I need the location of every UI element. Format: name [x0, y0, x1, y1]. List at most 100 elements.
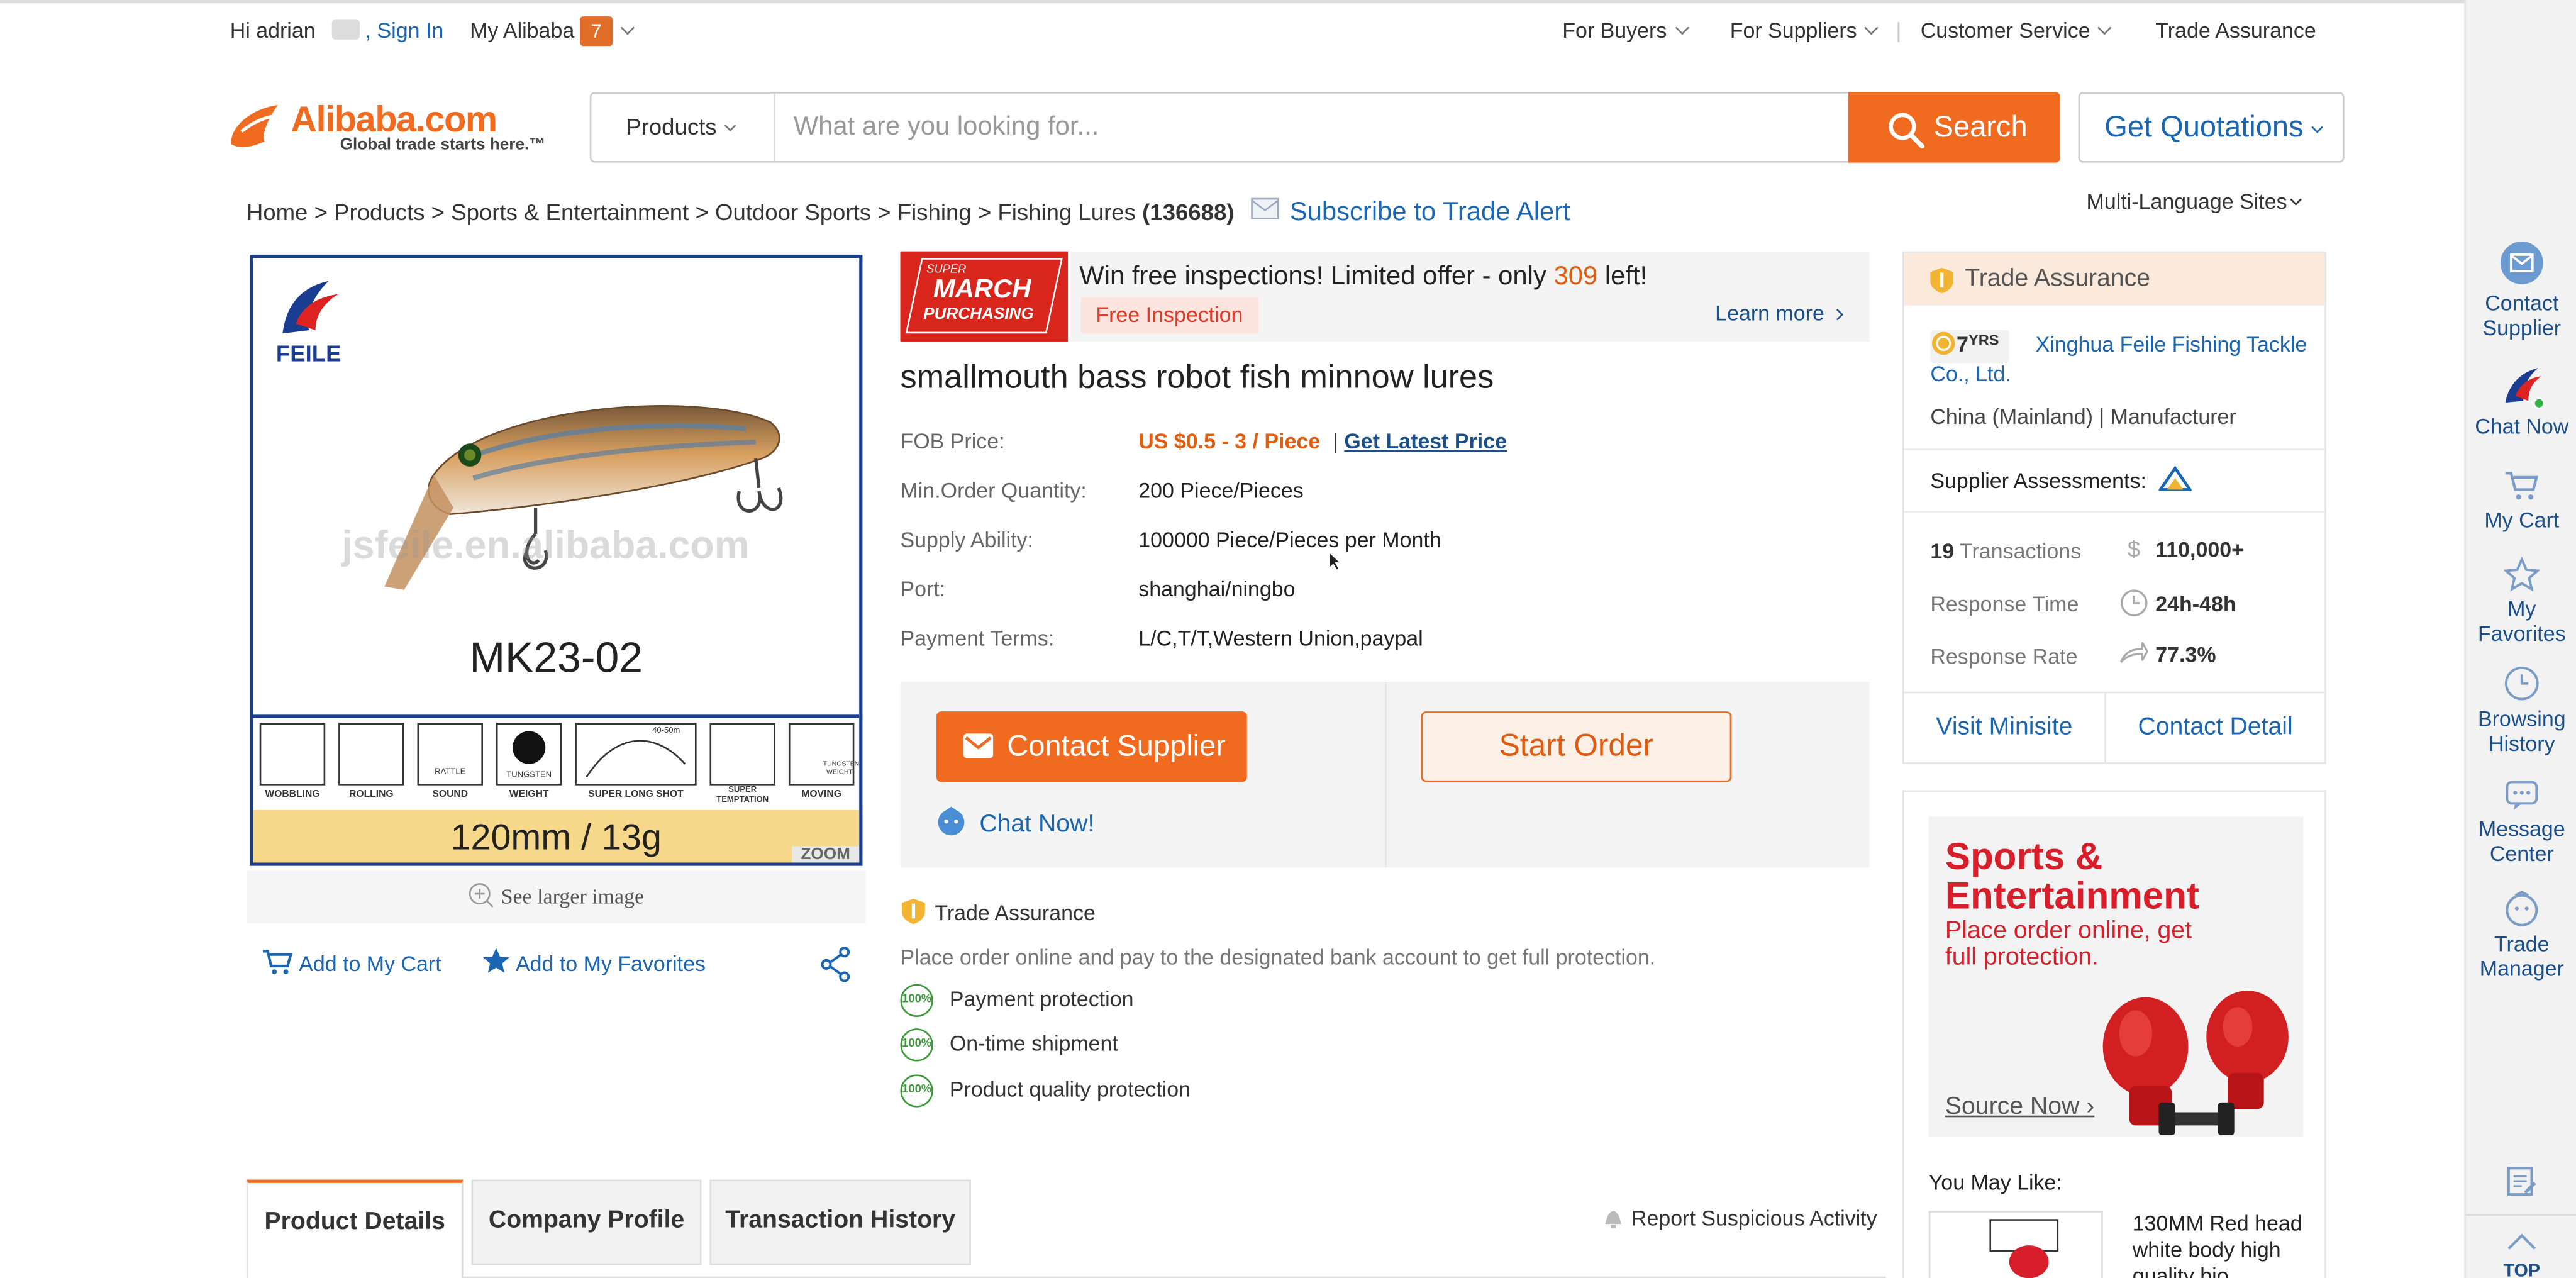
my-alibaba-label: My Alibaba: [470, 18, 575, 43]
learn-more-link[interactable]: Learn more: [1715, 301, 1844, 325]
recommended-product-image[interactable]: [1928, 1211, 2103, 1278]
attribute-label: Min.Order Quantity:: [900, 478, 1087, 503]
long-shot-feature-icon: 40-50m: [575, 723, 697, 786]
get-latest-price-link[interactable]: Get Latest Price: [1344, 429, 1507, 453]
divider: |: [1896, 18, 1902, 43]
share-icon[interactable]: [820, 947, 853, 982]
breadcrumb-home[interactable]: Home: [247, 199, 308, 225]
search-button[interactable]: Search: [1848, 92, 2060, 163]
attribute-value: L/C,T/T,Western Union,paypal: [1138, 626, 1423, 651]
trade-assurance-link[interactable]: Trade Assurance: [2155, 18, 2316, 43]
breadcrumb-outdoor-sports[interactable]: Outdoor Sports: [715, 199, 871, 225]
attribute-value: 100000 Piece/Pieces per Month: [1138, 527, 1441, 552]
lure-head-icon: [2009, 1245, 2049, 1278]
sidebar-contact-supplier[interactable]: Contact Supplier: [2466, 240, 2576, 340]
feature-label: SUPER LONG SHOT: [588, 790, 684, 801]
envelope-circle-icon: [2500, 242, 2543, 284]
report-suspicious-link[interactable]: Report Suspicious Activity: [1602, 1206, 1877, 1231]
breadcrumb-fishing-lures[interactable]: Fishing Lures: [997, 199, 1136, 225]
tab-product-details[interactable]: Product Details: [246, 1179, 464, 1278]
feature-label: SUPER TEMPTATION: [716, 785, 769, 806]
attribute-label: Supply Ability:: [900, 527, 1033, 552]
breadcrumb-sports[interactable]: Sports & Entertainment: [451, 199, 689, 225]
alibaba-logo[interactable]: Alibaba.com Global trade starts here.™: [228, 96, 574, 161]
feature-strip: RATTLE TUNGSTEN 40-50m TUNGSTEN WEIGHT W…: [253, 718, 859, 810]
response-time-value: 24h-48h: [2155, 591, 2236, 616]
product-tabs: Product Details Company Profile Transact…: [246, 1178, 1886, 1278]
supplier-card: Trade Assurance 7YRS Xinghua Feile Fishi…: [1902, 251, 2326, 764]
protection-label: Payment protection: [949, 986, 1134, 1011]
breadcrumb-count: (136688): [1142, 199, 1235, 225]
get-quotations-button[interactable]: Get Quotations: [2078, 92, 2345, 163]
search-input[interactable]: [777, 93, 1848, 162]
contact-supplier-button[interactable]: Contact Supplier: [936, 711, 1247, 782]
add-to-favorites-link[interactable]: Add to My Favorites: [481, 947, 706, 976]
source-now-link[interactable]: Source Now ›: [1945, 1092, 2094, 1120]
multi-language-label: Multi-Language Sites: [2086, 189, 2287, 214]
my-alibaba-menu[interactable]: My Alibaba 7: [470, 16, 635, 47]
feature-label: SOUND: [432, 790, 469, 801]
brand-name: Alibaba.com: [291, 98, 497, 140]
breadcrumb-fishing[interactable]: Fishing: [897, 199, 972, 225]
recommended-product-title[interactable]: 130MM Red head white body high quality b…: [2133, 1211, 2313, 1278]
see-larger-image-button[interactable]: See larger image: [246, 870, 866, 924]
sign-in-link[interactable]: , Sign In: [365, 18, 444, 43]
promo-count: 309: [1553, 262, 1598, 291]
chat-now-link[interactable]: Chat Now!: [936, 806, 1094, 838]
multi-language-menu[interactable]: Multi-Language Sites: [2086, 189, 2302, 214]
response-rate-label: Response Rate: [1930, 644, 2078, 669]
user-card-icon: [331, 19, 360, 40]
chevron-down-icon: [1674, 21, 1689, 35]
feedback-icon[interactable]: [2506, 1165, 2538, 1197]
start-order-button[interactable]: Start Order: [1421, 711, 1732, 782]
assessment-badge-icon: [2157, 465, 2193, 491]
breadcrumb-products[interactable]: Products: [334, 199, 425, 225]
sidebar-label: My Cart: [2484, 508, 2560, 533]
sidebar-trade-manager[interactable]: Trade Manager: [2466, 891, 2576, 981]
dollar-icon: $: [2128, 536, 2140, 562]
sidebar-chat-now[interactable]: Chat Now: [2466, 363, 2576, 438]
zoom-in-icon: [469, 883, 494, 908]
sound-feature-icon: RATTLE: [417, 723, 484, 786]
supplier-assessments[interactable]: Supplier Assessments:: [1930, 465, 2193, 494]
feature-label: WEIGHT: [509, 790, 549, 801]
sidebar-my-cart[interactable]: My Cart: [2466, 470, 2576, 532]
for-suppliers-menu[interactable]: For Suppliers: [1730, 18, 1879, 43]
supplier-card-title: Trade Assurance: [1965, 264, 2151, 292]
tab-company-profile[interactable]: Company Profile: [471, 1179, 702, 1265]
zoom-button[interactable]: ZOOM: [792, 846, 860, 863]
promo-text-before: Win free inspections! Limited offer - on…: [1079, 262, 1554, 291]
customer-service-menu[interactable]: Customer Service: [1920, 18, 2112, 43]
contact-detail-link[interactable]: Contact Detail: [2106, 692, 2324, 762]
for-buyers-menu[interactable]: For Buyers: [1562, 18, 1689, 43]
separator: |: [1333, 428, 1338, 453]
sidebar-message-center[interactable]: Message Center: [2466, 779, 2576, 866]
ad-banner[interactable]: Sports & Entertainment Place order onlin…: [1928, 816, 2304, 1137]
product-image[interactable]: FEILE jsfeile.en.alibaba.com MK23-02 RAT…: [250, 254, 863, 866]
my-alibaba-count-badge: 7: [579, 16, 614, 47]
sidebar-browsing-history[interactable]: Browsing History: [2466, 665, 2576, 756]
visit-minisite-link[interactable]: Visit Minisite: [1904, 692, 2105, 762]
search-bar: Products Search: [589, 92, 2060, 163]
tab-transaction-history[interactable]: Transaction History: [709, 1179, 971, 1265]
customer-service-label: Customer Service: [1920, 18, 2090, 43]
sports-ad-card: Sports & Entertainment Place order onlin…: [1902, 790, 2326, 1278]
promo-text-after: left!: [1597, 262, 1648, 291]
supplier-name-link[interactable]: Xinghua Feile Fishing Tackle Co., Ltd.: [1930, 330, 2308, 389]
cart-icon: [262, 950, 293, 975]
protection-quality: 100% Product quality protection: [900, 1074, 1191, 1108]
add-to-cart-link[interactable]: Add to My Cart: [261, 948, 441, 976]
search-category-select[interactable]: Products: [591, 93, 775, 162]
sidebar-my-favorites[interactable]: My Favorites: [2466, 557, 2576, 646]
sidebar-label: Browsing History: [2477, 706, 2566, 756]
svg-text:$: $: [2128, 536, 2140, 562]
size-label: 120mm / 13g: [253, 809, 860, 863]
back-to-top-button[interactable]: TOP: [2466, 1232, 2576, 1278]
brand-tagline: Global trade starts here.™: [340, 136, 546, 155]
search-category-label: Products: [626, 113, 717, 140]
supplier-avatar: [2499, 363, 2545, 409]
breadcrumb: Home > Products > Sports & Entertainment…: [247, 196, 1570, 228]
tungsten-tag: TUNGSTEN: [506, 770, 552, 781]
attribute-value: 200 Piece/Pieces: [1138, 478, 1304, 503]
subscribe-trade-alert-link[interactable]: Subscribe to Trade Alert: [1290, 199, 1570, 226]
